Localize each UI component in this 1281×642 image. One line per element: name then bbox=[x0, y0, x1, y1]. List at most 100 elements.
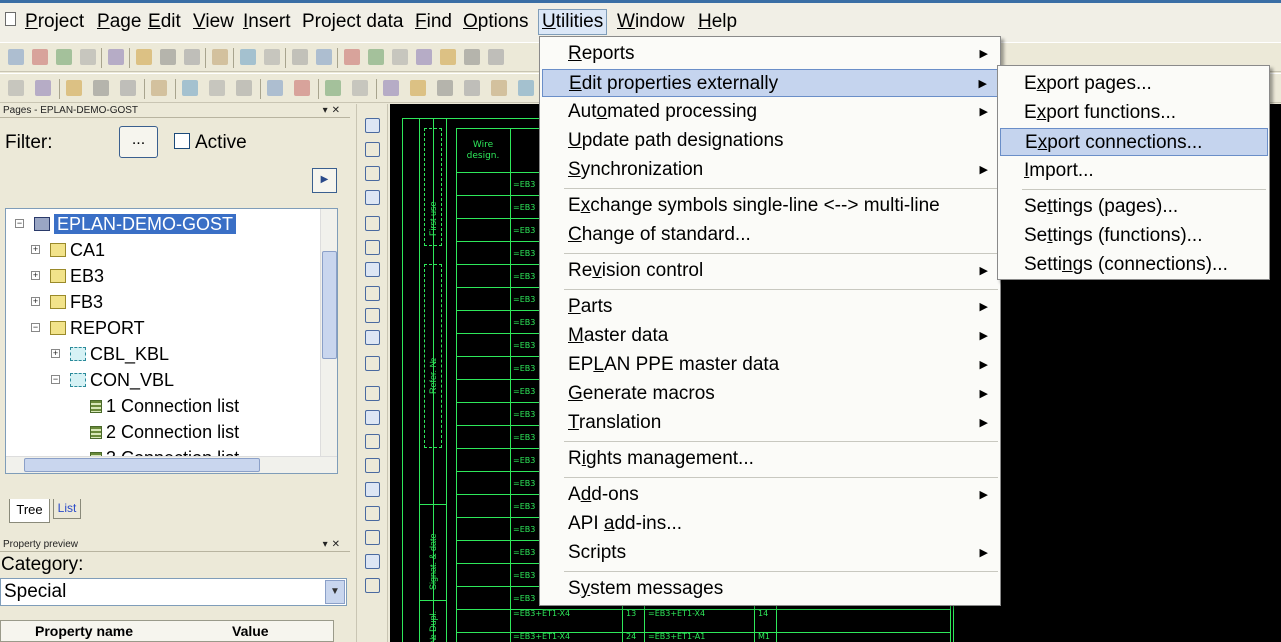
save-icon[interactable] bbox=[56, 49, 72, 65]
angle-icon[interactable] bbox=[365, 554, 380, 569]
menu-item-settings-functions[interactable]: Settings (functions)... bbox=[1000, 222, 1268, 250]
dimension2-icon[interactable] bbox=[365, 482, 380, 497]
menu-item-parts[interactable]: Parts ▶ bbox=[542, 293, 998, 321]
tree-item-ca1[interactable]: CA1 bbox=[50, 237, 105, 263]
move-icon[interactable] bbox=[410, 80, 426, 96]
bar-icon[interactable] bbox=[151, 80, 167, 96]
text-icon[interactable] bbox=[365, 386, 380, 401]
circle-icon[interactable] bbox=[392, 49, 408, 65]
menu-item-import[interactable]: Import... bbox=[1000, 157, 1268, 185]
arc2-icon[interactable] bbox=[365, 286, 380, 301]
menu-window[interactable]: Window bbox=[614, 11, 688, 33]
category-select[interactable]: Special ▼ bbox=[0, 578, 347, 606]
tree-horizontal-scrollbar[interactable] bbox=[6, 456, 337, 473]
menu-options[interactable]: Options bbox=[460, 11, 531, 33]
paste-icon[interactable] bbox=[184, 49, 200, 65]
expand-icon[interactable]: + bbox=[31, 271, 40, 280]
dimension4-icon[interactable] bbox=[365, 530, 380, 545]
menu-item-system-messages[interactable]: System messages bbox=[542, 575, 998, 603]
distribute-icon[interactable] bbox=[120, 80, 136, 96]
delete-icon[interactable] bbox=[212, 49, 228, 65]
tab-list[interactable]: List bbox=[53, 499, 81, 519]
ungroup-icon[interactable] bbox=[267, 80, 283, 96]
zoom-in-icon[interactable] bbox=[416, 49, 432, 65]
image-icon[interactable] bbox=[365, 410, 380, 425]
table-icon[interactable] bbox=[316, 49, 332, 65]
panel-close-icon[interactable]: ▾✕ bbox=[323, 538, 344, 551]
stop-icon[interactable] bbox=[488, 49, 504, 65]
menu-item-edit-properties-externally[interactable]: Edit properties externally ▶ bbox=[542, 69, 998, 97]
swap-icon[interactable] bbox=[209, 80, 225, 96]
menu-project[interactable]: Project bbox=[22, 11, 87, 33]
clock-icon[interactable] bbox=[365, 308, 380, 323]
menu-utilities[interactable]: Utilities bbox=[538, 9, 608, 35]
menu-item-reports[interactable]: Reports ▶ bbox=[542, 40, 998, 68]
open-icon[interactable] bbox=[32, 49, 48, 65]
expand-icon[interactable]: + bbox=[31, 297, 40, 306]
monitor-icon[interactable] bbox=[344, 49, 360, 65]
active-checkbox[interactable] bbox=[174, 133, 190, 149]
tool-icon[interactable] bbox=[108, 49, 124, 65]
collapse-icon[interactable]: − bbox=[51, 375, 60, 384]
arc-icon[interactable] bbox=[365, 262, 380, 277]
circle-icon[interactable] bbox=[365, 216, 380, 231]
menu-item-exchange-symbols-single-line-multi-line[interactable]: Exchange symbols single-line <--> multi-… bbox=[542, 192, 998, 220]
zoom-100-icon[interactable] bbox=[464, 49, 480, 65]
play-icon[interactable]: ▶ bbox=[312, 168, 337, 193]
menu-find[interactable]: Find bbox=[412, 11, 455, 33]
polygon-icon[interactable] bbox=[365, 166, 380, 181]
group-icon[interactable] bbox=[236, 80, 252, 96]
tree-item-con-vbl[interactable]: CON_VBL bbox=[70, 367, 174, 393]
menu-item-scripts[interactable]: Scripts ▶ bbox=[542, 539, 998, 567]
tree-item-cbl-kbl[interactable]: CBL_KBL bbox=[70, 341, 169, 367]
menu-edit[interactable]: Edit bbox=[145, 11, 184, 33]
rectangle-icon[interactable] bbox=[365, 190, 380, 205]
redo-icon[interactable] bbox=[264, 49, 280, 65]
menu-item-export-connections[interactable]: Export connections... bbox=[1000, 128, 1268, 156]
menu-item-export-pages[interactable]: Export pages... bbox=[1000, 70, 1268, 98]
macro-icon[interactable] bbox=[182, 80, 198, 96]
dimension-icon[interactable] bbox=[365, 458, 380, 473]
down-icon[interactable] bbox=[464, 80, 480, 96]
tree-item-1-connection-list[interactable]: 1 Connection list bbox=[90, 393, 239, 419]
ellipse-icon[interactable] bbox=[365, 240, 380, 255]
refresh-icon[interactable] bbox=[368, 49, 384, 65]
rotate-icon[interactable] bbox=[294, 80, 310, 96]
column-value[interactable]: Value bbox=[232, 623, 269, 639]
menu-help[interactable]: Help bbox=[695, 11, 740, 33]
globe-icon[interactable] bbox=[365, 434, 380, 449]
page-icon[interactable] bbox=[352, 80, 368, 96]
grid-icon[interactable] bbox=[518, 80, 534, 96]
expand-icon[interactable]: + bbox=[51, 349, 60, 358]
tree-item-report[interactable]: REPORT bbox=[50, 315, 145, 341]
collapse-icon[interactable]: − bbox=[31, 323, 40, 332]
tree-item-2-connection-list[interactable]: 2 Connection list bbox=[90, 419, 239, 445]
radius-icon[interactable] bbox=[365, 578, 380, 593]
menu-item-add-ons[interactable]: Add-ons ▶ bbox=[542, 481, 998, 509]
expand-icon[interactable]: + bbox=[31, 245, 40, 254]
menu-page[interactable]: Page bbox=[94, 11, 144, 33]
new-project-icon[interactable] bbox=[8, 49, 24, 65]
layer-icon[interactable] bbox=[35, 80, 51, 96]
menu-item-export-functions[interactable]: Export functions... bbox=[1000, 99, 1268, 127]
menu-item-eplan-ppe-master-data[interactable]: EPLAN PPE master data ▶ bbox=[542, 351, 998, 379]
menu-insert[interactable]: Insert bbox=[240, 11, 294, 33]
tree-item-eplan-demo-gost[interactable]: EPLAN-DEMO-GOST bbox=[34, 211, 237, 237]
filter-button[interactable]: ... bbox=[119, 126, 158, 158]
cut-icon[interactable] bbox=[136, 49, 152, 65]
menu-view[interactable]: View bbox=[190, 11, 237, 33]
menu-item-rights-management[interactable]: Rights management... bbox=[542, 445, 998, 473]
chevron-down-icon[interactable]: ▼ bbox=[325, 580, 345, 604]
tree-vertical-scrollbar[interactable] bbox=[320, 209, 337, 473]
panel-close-icon[interactable]: ▾✕ bbox=[323, 104, 344, 117]
column-property-name[interactable]: Property name bbox=[35, 623, 133, 639]
up-icon[interactable] bbox=[437, 80, 453, 96]
spline-icon[interactable] bbox=[365, 330, 380, 345]
line-icon[interactable] bbox=[365, 118, 380, 133]
align-icon[interactable] bbox=[93, 80, 109, 96]
connect-icon[interactable] bbox=[365, 356, 380, 371]
edit-page-icon[interactable] bbox=[383, 80, 399, 96]
page-tree[interactable]: − EPLAN-DEMO-GOST + CA1 + EB3 + FB3 − REPORT + CBL_… bbox=[5, 208, 338, 474]
print-icon[interactable] bbox=[80, 49, 96, 65]
menu-item-update-path-designations[interactable]: Update path designations bbox=[542, 127, 998, 155]
